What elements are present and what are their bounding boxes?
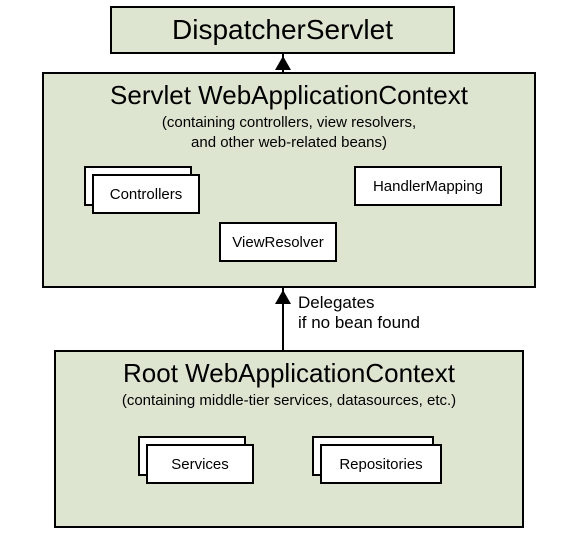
controllers-box: Controllers <box>92 174 200 214</box>
servlet-context-subtitle-2: and other web-related beans) <box>44 133 534 153</box>
controllers-label: Controllers <box>110 186 183 203</box>
root-context-subtitle: (containing middle-tier services, dataso… <box>56 391 522 411</box>
services-label: Services <box>171 456 229 473</box>
root-context-title: Root WebApplicationContext <box>56 358 522 389</box>
arrow-head-2 <box>275 290 291 304</box>
delegates-label-line1: Delegates <box>298 293 375 313</box>
dispatcher-title: DispatcherServlet <box>172 14 393 46</box>
services-box: Services <box>146 444 254 484</box>
repositories-box: Repositories <box>320 444 442 484</box>
root-context-box: Root WebApplicationContext (containing m… <box>54 350 524 528</box>
servlet-context-subtitle-1: (containing controllers, view resolvers, <box>44 113 534 133</box>
handlermapping-label: HandlerMapping <box>373 178 483 195</box>
viewresolver-label: ViewResolver <box>232 234 323 251</box>
viewresolver-box: ViewResolver <box>219 222 337 262</box>
servlet-context-box: Servlet WebApplicationContext (containin… <box>42 72 536 288</box>
dispatcher-servlet-box: DispatcherServlet <box>110 6 455 54</box>
delegates-label-line2: if no bean found <box>298 313 420 333</box>
repositories-label: Repositories <box>339 456 422 473</box>
arrow-head-1 <box>275 56 291 70</box>
handlermapping-box: HandlerMapping <box>354 166 502 206</box>
servlet-context-title: Servlet WebApplicationContext <box>44 80 534 111</box>
